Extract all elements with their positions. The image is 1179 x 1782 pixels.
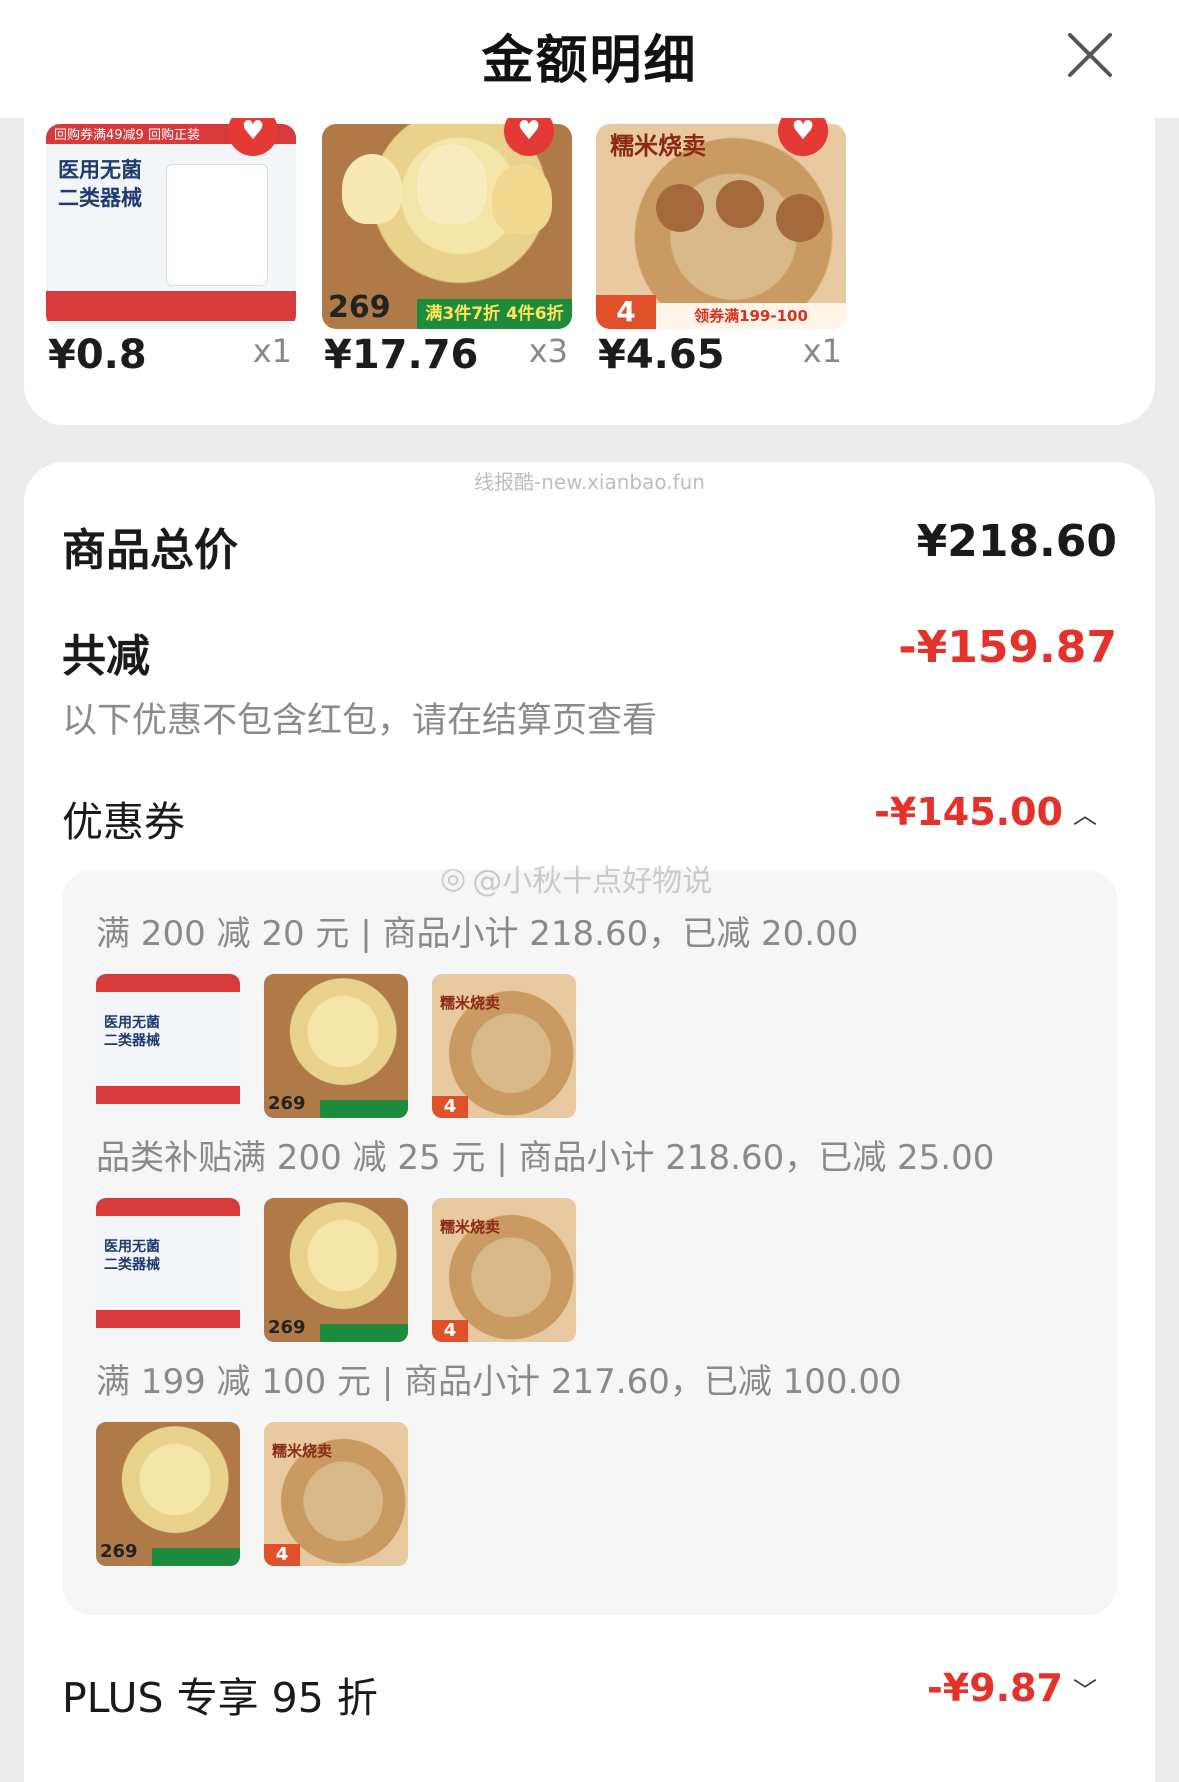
product-item-shaomai[interactable]: 糯米烧卖 4 领券满199-100 ♥ ¥4.65 x1 <box>596 106 846 378</box>
product-item-wonton[interactable]: 269 满3件7折 4件6折 ♥ ¥17.76 x3 <box>322 106 572 378</box>
shaomai-shape <box>776 194 824 242</box>
thumb-four: 4 <box>596 295 656 329</box>
mini-title: 糯米烧卖 <box>272 1442 333 1460</box>
weibo-watermark: ◎ @小秋十点好物说 <box>440 856 712 900</box>
product-price: ¥17.76 <box>324 332 479 378</box>
dumpling-shape <box>342 154 402 224</box>
product-qty: x3 <box>528 332 568 370</box>
discount-note: 以下优惠不包含红包，请在结算页查看 <box>62 701 658 741</box>
mini-price: 269 <box>268 1093 306 1114</box>
discount-value: -¥159.87 <box>898 622 1117 673</box>
mini-four: 4 <box>432 1320 468 1342</box>
plus-discount-value: -¥9.87 <box>927 1666 1063 1710</box>
page-title: 金额明细 <box>481 31 698 91</box>
weibo-icon: ◎ <box>440 860 467 896</box>
total-label: 商品总价 <box>62 525 238 576</box>
thumb-banner: 满3件7折 4件6折 <box>417 299 572 329</box>
thumb-title: 医用无菌 二类器械 <box>58 156 142 212</box>
package-image <box>166 164 268 286</box>
mini-banner <box>320 1324 408 1342</box>
product-item-mask[interactable]: 回购券满49减9 回购正装 医用无菌 二类器械 ♥ ¥0.8 x1 <box>46 106 296 378</box>
header: 金额明细 <box>0 0 1179 118</box>
mini-four: 4 <box>432 1096 468 1118</box>
thumb-line: 二类器械 <box>58 186 142 210</box>
thumb-line: 医用无菌 <box>58 158 142 182</box>
weibo-watermark-text: @小秋十点好物说 <box>472 864 713 899</box>
total-value: ¥218.60 <box>916 516 1117 567</box>
mini-four: 4 <box>264 1544 300 1566</box>
discount-label: 共减 <box>62 631 150 682</box>
coupon-section-toggle[interactable]: -¥145.00 ︿ <box>874 790 1097 834</box>
product-price: ¥4.65 <box>598 332 725 378</box>
dumpling-shape <box>492 164 552 234</box>
thumb-top-text: 回购券满49减9 回购正装 <box>54 128 200 143</box>
product-price: ¥0.8 <box>48 332 147 378</box>
mini-line: 二类器械 <box>104 1257 160 1273</box>
mini-banner <box>96 1310 240 1328</box>
mini-price: 269 <box>100 1541 138 1562</box>
dumpling-shape <box>417 144 487 224</box>
coupon-thumb-mask: 医用无菌 二类器械 <box>96 974 240 1118</box>
coupon-thumb-shaomai: 糯米烧卖 4 <box>432 974 576 1118</box>
coupon-item-text: 满 200 减 20 元 | 商品小计 218.60，已减 20.00 <box>96 914 859 954</box>
coupon-thumb-shaomai: 糯米烧卖 4 <box>432 1198 576 1342</box>
watermark-text: 线报酷-new.xianbao.fun <box>474 470 705 494</box>
mini-line: 医用无菌 <box>104 1015 160 1031</box>
mini-line: 医用无菌 <box>104 1239 160 1255</box>
close-icon <box>1068 33 1112 77</box>
coupon-thumb-wonton: 269 <box>264 1198 408 1342</box>
coupon-section-label: 优惠券 <box>62 798 185 846</box>
chevron-up-icon: ︿ <box>1073 800 1097 829</box>
coupon-item-text: 满 199 减 100 元 | 商品小计 217.60，已减 100.00 <box>96 1362 902 1402</box>
mini-price: 269 <box>268 1317 306 1338</box>
mini-title: 糯米烧卖 <box>440 994 501 1012</box>
mini-banner <box>96 1086 240 1104</box>
close-button[interactable] <box>1057 22 1123 88</box>
mini-banner <box>320 1100 408 1118</box>
shaomai-shape <box>656 184 704 232</box>
plus-discount-toggle[interactable]: -¥9.87 ﹀ <box>927 1666 1097 1710</box>
thumb-price: 269 <box>328 290 391 325</box>
coupon-thumb-wonton: 269 <box>264 974 408 1118</box>
plus-discount-label: PLUS 专享 95 折 <box>62 1674 378 1722</box>
product-qty: x1 <box>252 332 292 370</box>
mini-line: 二类器械 <box>104 1033 160 1049</box>
mini-title: 糯米烧卖 <box>440 1218 501 1236</box>
mini-banner <box>152 1548 240 1566</box>
mini-title: 医用无菌 二类器械 <box>104 1014 160 1050</box>
mini-title: 医用无菌 二类器械 <box>104 1238 160 1274</box>
shaomai-shape <box>716 180 764 228</box>
product-qty: x1 <box>802 332 842 370</box>
coupon-thumb-mask: 医用无菌 二类器械 <box>96 1198 240 1342</box>
thumb-title: 糯米烧卖 <box>610 132 706 160</box>
thumb-bottom-banner <box>46 291 296 321</box>
thumb-banner: 领券满199-100 <box>656 303 846 329</box>
coupon-thumb-shaomai: 糯米烧卖 4 <box>264 1422 408 1566</box>
coupon-thumb-wonton: 269 <box>96 1422 240 1566</box>
coupon-value: -¥145.00 <box>874 790 1063 834</box>
chevron-down-icon: ﹀ <box>1073 1676 1097 1705</box>
coupon-item-text: 品类补贴满 200 减 25 元 | 商品小计 218.60，已减 25.00 <box>96 1138 995 1178</box>
